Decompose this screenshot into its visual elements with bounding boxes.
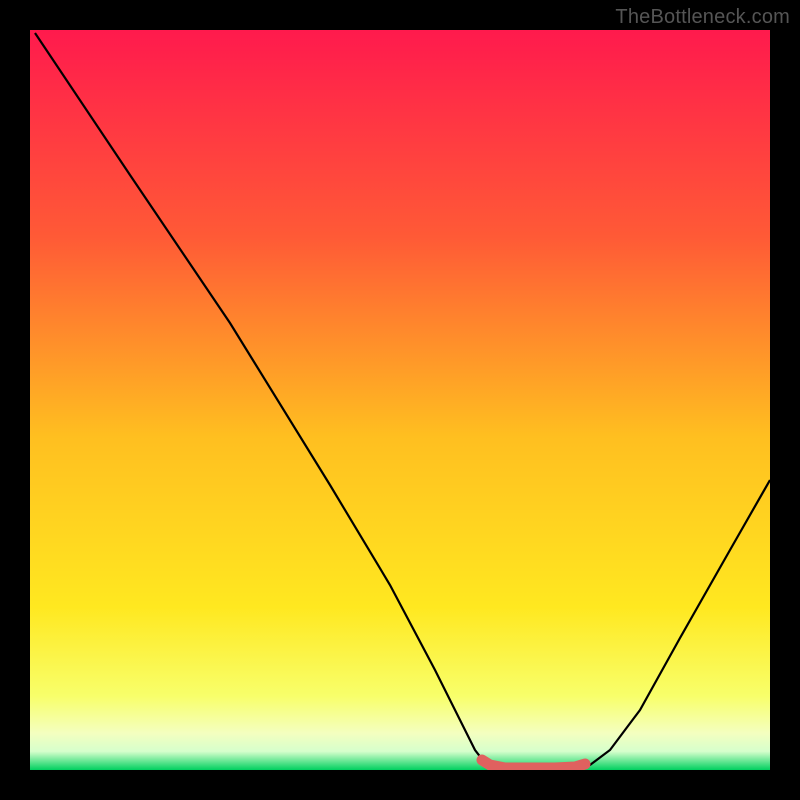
chart-container <box>30 30 770 770</box>
watermark-text: TheBottleneck.com <box>615 6 790 29</box>
gradient-background <box>30 30 770 770</box>
bottleneck-chart <box>30 30 770 770</box>
